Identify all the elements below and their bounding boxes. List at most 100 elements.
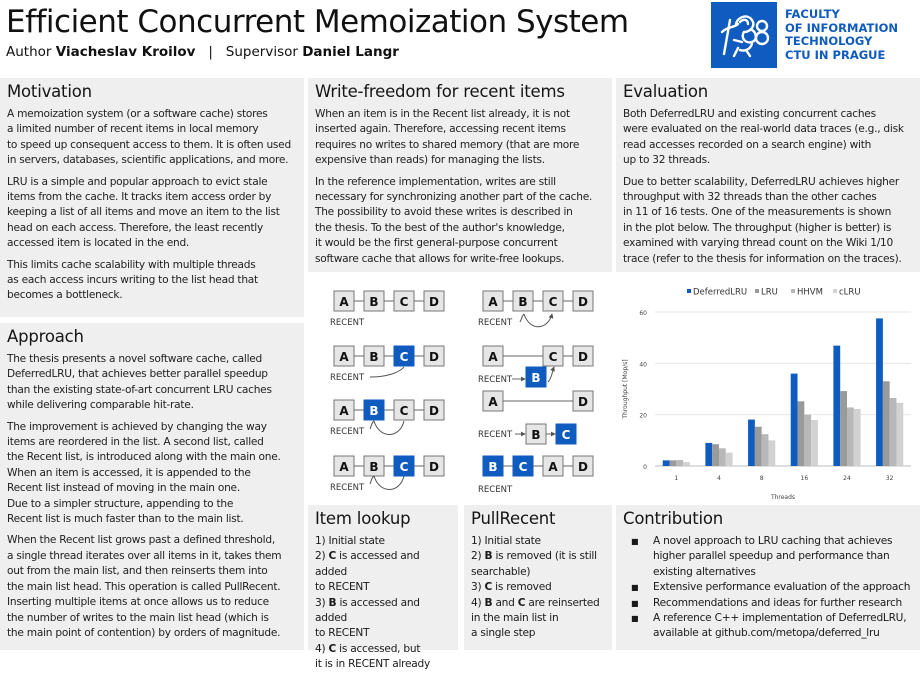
x-tick-label: 8 (760, 475, 764, 482)
text-line: than the existing state-of-art concurren… (7, 383, 272, 396)
text-line: The thesis presents a novel software cac… (7, 353, 263, 365)
x-axis-label: Threads (770, 494, 795, 501)
bar-lru (669, 460, 677, 466)
list-node-label: A (339, 295, 349, 309)
list-node-label: B (369, 404, 378, 418)
item-lookup-steps: 1) Initial state 2) C is accessed and add… (315, 534, 451, 673)
text-line: throughput with 32 threads than the othe… (623, 191, 877, 204)
evaluation-heading: Evaluation (623, 82, 709, 101)
list-diagram: A B C D RECENT A B C D RECENT A B C D RECENT A B C D RECENT… (308, 272, 613, 505)
text-line: expensive than reads) for managing the l… (315, 154, 545, 167)
list-node-label: A (339, 460, 349, 474)
text-line: In the reference implementation, writes … (315, 175, 556, 188)
step-line: a single step (471, 627, 536, 640)
text-line: the main list head. This operation is ca… (7, 580, 281, 593)
list-node-label: D (429, 460, 439, 474)
list-node-label: A (339, 404, 349, 418)
recent-link (547, 366, 555, 383)
x-tick-label: 16 (801, 475, 809, 482)
y-tick-label: 20 (639, 413, 647, 420)
text-line: When an item is accessed, it is appended… (7, 466, 251, 479)
text-line: as each access incurs writing to the lis… (7, 274, 258, 287)
step-line: 3) B is accessed and added (315, 596, 420, 625)
text-line: in the plot below. The throughput (highe… (623, 221, 892, 234)
text-line: items are reordered in the list. A secon… (7, 436, 264, 449)
write-freedom-paragraph: In the reference implementation, writes … (315, 175, 605, 267)
bar-deferredlru (790, 373, 798, 466)
bar-hhvm (719, 448, 726, 466)
list-node-label: B (531, 428, 540, 442)
text-line: inserted again. Therefore, accessing rec… (315, 123, 566, 136)
step-line: 4) B and C are reinserted (471, 596, 600, 609)
recent-link (373, 420, 405, 435)
step-line: 3) C is removed (471, 581, 552, 594)
bar-clru (725, 452, 733, 466)
text-line: trace (refer to the thesis for informati… (623, 252, 902, 265)
recent-label: RECENT (478, 430, 513, 440)
bar-clru (853, 409, 861, 466)
text-line: requires no writes to shared memory (tha… (315, 138, 580, 151)
bar-deferredlru (705, 442, 713, 466)
throughput-chart-svg: 0 20 40 60 1 4 8 16 24 32 Threads Throughput [Mop/s… (622, 288, 911, 501)
y-tick-label: 40 (639, 361, 647, 368)
recent-label: RECENT (330, 427, 365, 437)
recent-label: RECENT (478, 318, 513, 328)
text-line: the number of writes to the main list he… (7, 611, 269, 624)
bar-lru (797, 401, 805, 466)
text-line: becomes a bottleneck. (7, 289, 123, 302)
logo-line: OF INFORMATION (785, 20, 899, 35)
list-node-label: A (488, 295, 498, 309)
text-line: items from the cache. It tracks item acc… (7, 191, 272, 204)
write-freedom-heading: Write-freedom for recent items (315, 82, 565, 101)
logo-line: TECHNOLOGY (785, 34, 873, 48)
byline-separator: | (208, 44, 213, 60)
list-node-label: B (518, 295, 527, 309)
recent-label: RECENT (330, 483, 365, 493)
text-line: the main point of contention) by orders … (7, 626, 281, 639)
bar-lru (882, 381, 890, 466)
list-node-label: C (562, 428, 571, 442)
bar-deferredlru (748, 419, 755, 466)
list-node-label: B (369, 460, 378, 474)
text-line: DeferredLRU, that achieves better parall… (7, 368, 268, 381)
text-line: it would be the first general-purpose co… (315, 237, 558, 250)
bar-deferredlru (662, 460, 670, 466)
text-line: out from the main list, and then reinser… (7, 565, 268, 578)
text-line: keeping a list of all items and move an … (7, 206, 280, 219)
text-line: When an item is in the Recent list alrea… (315, 108, 570, 120)
faculty-logo: FACULTY OF INFORMATION TECHNOLOGY CTU IN… (711, 2, 911, 68)
legend-label-deferredlru: DeferredLRU (693, 288, 747, 298)
evaluation-section: Evaluation Both DeferredLRU and existing… (616, 78, 920, 272)
motivation-paragraph: This limits cache scalability with multi… (7, 258, 297, 304)
logo-line: FACULTY (785, 7, 840, 21)
approach-paragraph: The improvement is achieved by changing … (7, 420, 297, 528)
recent-label: RECENT (478, 485, 513, 495)
bar-hhvm (847, 407, 854, 466)
bar-clru (683, 462, 690, 466)
list-node-label: C (400, 295, 409, 309)
contribution-section: Contribution ■ A novel approach to LRU ca… (616, 505, 920, 650)
approach-section: Approach The thesis presents a novel sof… (0, 323, 304, 650)
legend-label-lru: LRU (761, 288, 778, 298)
text-line: the thesis. To the best of the author's … (315, 221, 565, 234)
list-node-label: B (369, 350, 378, 364)
bar-lru (712, 444, 719, 466)
text-line: were evaluated on the real-world data tr… (623, 123, 904, 136)
x-tick-label: 32 (886, 475, 894, 482)
text-line: The improvement is achieved by changing … (7, 420, 267, 433)
step-line: to RECENT (315, 627, 370, 640)
list-node-label: B (369, 295, 378, 309)
list-node-label: A (488, 350, 498, 364)
text-line: the Recent list, is introduced along wit… (7, 451, 281, 464)
approach-paragraph: When the Recent list grows past a define… (7, 533, 297, 641)
bar-hhvm (676, 460, 684, 466)
legend-swatch-deferredlru (687, 289, 691, 293)
bullet-icon: ■ (631, 598, 639, 608)
text-line: Due to better scalability, DeferredLRU a… (623, 175, 900, 188)
text-line: software cache that allows for write-fre… (315, 252, 565, 265)
list-node-label: C (549, 295, 558, 309)
text-line: up to 32 threads. (623, 154, 711, 167)
x-tick-label: 4 (717, 475, 721, 482)
list-diagram-svg: A B C DRECENTA B C DRECENTA B C DRECENTA B C DRECENT… (330, 290, 594, 495)
contribution-text: Recommendations and ideas for further re… (653, 596, 903, 609)
